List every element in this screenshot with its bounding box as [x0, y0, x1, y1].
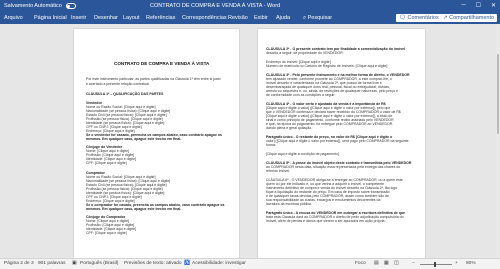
- tab-referencias[interactable]: Referências: [146, 15, 175, 21]
- page1-line: Por este instrumento particular, as part…: [86, 77, 221, 81]
- tab-correspondencias[interactable]: Correspondências: [182, 15, 227, 21]
- page1-line: e acertado a presente relação contratual…: [86, 82, 150, 86]
- page1-line: mesmos. Em qualquer caso, apague este tr…: [86, 207, 182, 211]
- tab-revisao[interactable]: Revisão: [228, 15, 248, 21]
- comments-label: Comentários: [407, 15, 439, 21]
- vertical-scrollbar[interactable]: [496, 24, 500, 258]
- page2-line: dando plena e geral quitação.: [266, 126, 313, 130]
- maximize-icon[interactable]: ☐: [476, 2, 481, 9]
- search-box[interactable]: ⌕ Pesquisar: [300, 14, 335, 22]
- accessibility-status[interactable]: Acessibilidade: investigar: [192, 261, 246, 266]
- page2-line: Número de matrícula no Cartório de Regis…: [266, 64, 388, 68]
- tab-desenhar[interactable]: Desenhar: [94, 15, 118, 21]
- page1-line: CPF: [Clique aqui e digite]: [86, 231, 127, 235]
- accessibility-icon[interactable]: ♿: [184, 261, 190, 266]
- share-button[interactable]: ↗ Compartilhamento: [440, 14, 498, 22]
- focus-mode[interactable]: Foco: [355, 261, 366, 266]
- tab-arquivo[interactable]: Arquivo: [4, 15, 23, 21]
- page2-line: valor] ([Clique aqui e digite o valor po…: [266, 139, 409, 143]
- page-1[interactable]: CONTRATO DE COMPRA E VENDA À VISTA Por es…: [74, 29, 239, 258]
- page2-line: referido imóvel.: [266, 169, 290, 173]
- read-mode-icon[interactable]: ▤: [374, 261, 379, 266]
- language[interactable]: Português (Brasil): [80, 261, 118, 266]
- share-icon: ↗: [443, 15, 448, 21]
- comments-button[interactable]: 🗨 Comentários: [396, 14, 442, 22]
- tab-ajuda[interactable]: Ajuda: [276, 15, 290, 21]
- minimize-icon[interactable]: ─: [461, 2, 465, 9]
- text-predictions[interactable]: Previsões de texto: ativado: [124, 261, 182, 266]
- page1-line: CLÁUSULA 1ª – QUALIFICAÇÃO DAS PARTES: [86, 92, 164, 96]
- page2-line: forma:: [266, 143, 276, 147]
- search-label: Pesquisar: [307, 15, 333, 21]
- close-icon[interactable]: ✕: [491, 2, 496, 9]
- tab-exibir[interactable]: Exibir: [254, 15, 268, 21]
- page2-line: descrito a seguir, de propriedade do VEN…: [266, 51, 344, 55]
- page1-line: mesmos. Em qualquer caso, apague este tr…: [86, 137, 182, 141]
- web-layout-icon[interactable]: ◫: [394, 261, 399, 266]
- zoom-slider-knob[interactable]: [434, 261, 436, 267]
- autosave-toggle[interactable]: [65, 3, 76, 9]
- page-count[interactable]: Página 2 de 3: [4, 261, 34, 266]
- autosave-label: Salvamento Automático: [4, 3, 62, 9]
- tab-inserir[interactable]: Inserir: [71, 15, 86, 21]
- page-2[interactable]: CLÁUSULA 2ª - O presente contrato tem po…: [258, 29, 425, 258]
- document-canvas[interactable]: CONTRATO DE COMPRA E VENDA À VISTA Por es…: [0, 24, 500, 258]
- share-label: Compartilhamento: [449, 15, 495, 21]
- page1-line: CPF: [Clique aqui e digite]: [86, 161, 127, 165]
- word-count[interactable]: 901 palavras: [38, 261, 65, 266]
- tab-pagina-inicial[interactable]: Página Inicial: [34, 15, 67, 21]
- page2-line: de conformidade com as condições a segui…: [266, 93, 336, 97]
- zoom-out-button[interactable]: −: [412, 261, 415, 266]
- page2-line: imóvel, além de perdas e danos que viere…: [266, 219, 386, 223]
- search-icon: ⌕: [303, 15, 307, 21]
- scrollbar-thumb[interactable]: [497, 54, 499, 134]
- zoom-in-button[interactable]: +: [455, 261, 458, 266]
- zoom-slider[interactable]: [420, 263, 452, 265]
- tab-layout[interactable]: Layout: [123, 15, 140, 21]
- comment-icon: 🗨: [399, 15, 406, 21]
- status-bar: Página 2 de 3 901 palavras ▣ Português (…: [0, 258, 500, 269]
- ribbon-tabs: Arquivo Página Inicial Inserir Desenhar …: [0, 12, 500, 24]
- document-title: CONTRATO DE COMPRA E VENDA À VISTA - Wor…: [150, 3, 281, 9]
- zoom-level[interactable]: 80%: [466, 261, 476, 266]
- page2-line: lavratura da escritura pública.: [266, 202, 312, 206]
- page2-line: [Clique aqui e digite a condição de paga…: [266, 152, 339, 156]
- window-controls: ─ ☐ ✕: [461, 2, 496, 9]
- spellcheck-icon[interactable]: ▣: [72, 261, 77, 266]
- autosave-group[interactable]: Salvamento Automático: [4, 3, 76, 9]
- page1-line: CONTRATO DE COMPRA E VENDA À VISTA: [114, 61, 210, 66]
- title-bar: Salvamento Automático CONTRATO DE COMPRA…: [0, 0, 500, 12]
- print-layout-icon[interactable]: ▦: [384, 261, 389, 266]
